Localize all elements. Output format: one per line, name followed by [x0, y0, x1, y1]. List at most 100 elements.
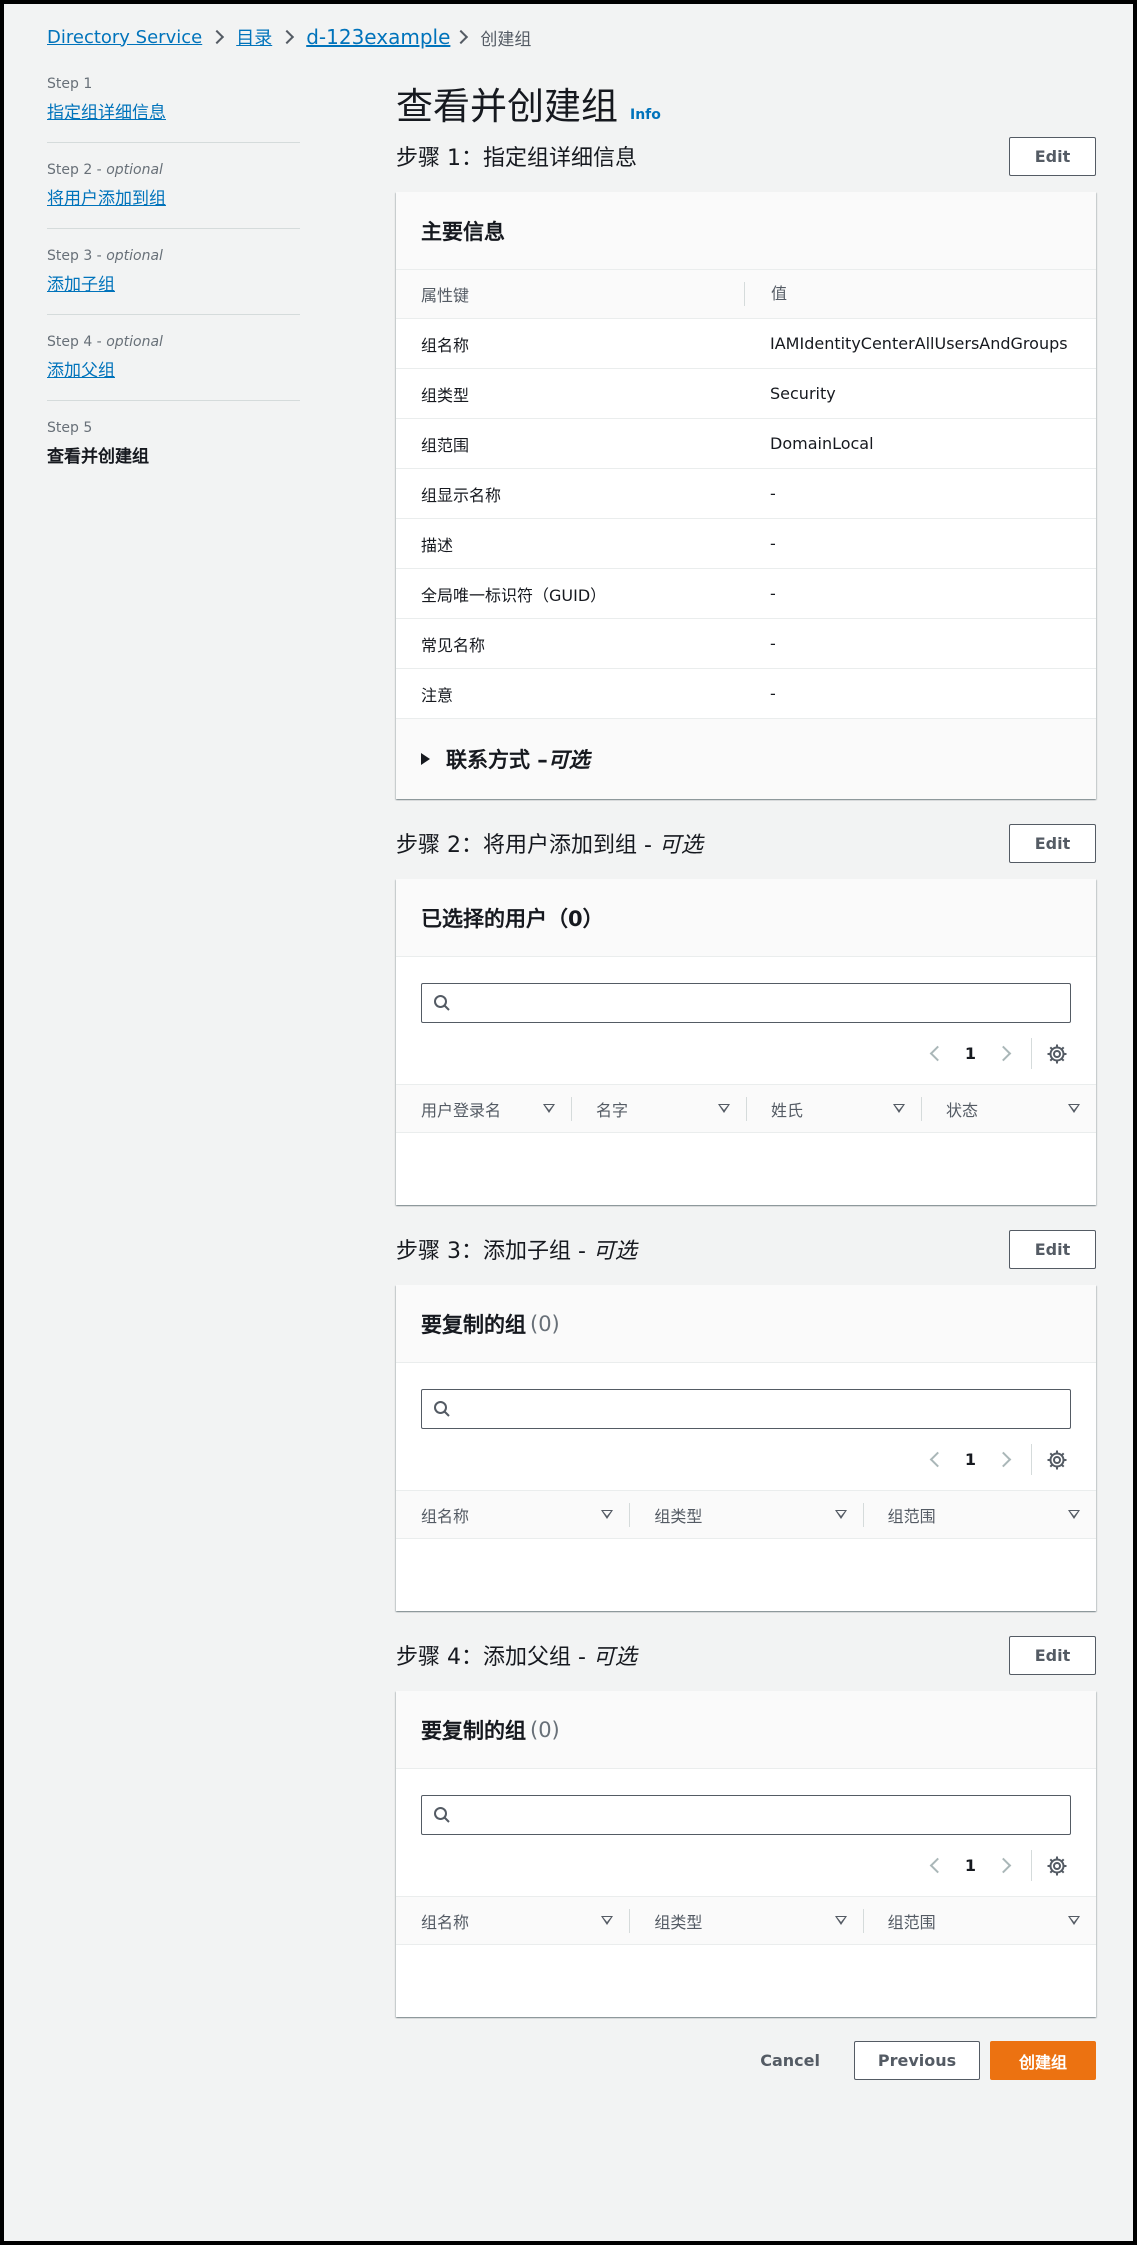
row-key: 描述: [421, 535, 454, 555]
chevron-left-icon[interactable]: [929, 1857, 946, 1874]
search-field[interactable]: [459, 993, 1070, 1013]
page-frame: Directory Service 目录 d-123example 创建组 St…: [4, 4, 1133, 2241]
column-header[interactable]: 组范围: [862, 1908, 1096, 1933]
row-value: -: [770, 633, 776, 653]
selected-users-card: 已选择的用户（0） 1 用户登录名 名字 姓氏 状态: [396, 879, 1096, 1205]
divider: [1031, 1038, 1032, 1069]
chevron-right-icon[interactable]: [995, 1451, 1012, 1468]
row-value: -: [770, 483, 776, 503]
table-row: 描述 -: [396, 519, 1096, 569]
card-title: 要复制的组 (0): [396, 1691, 1096, 1769]
edit-step-2-button[interactable]: Edit: [1009, 823, 1096, 863]
search-input[interactable]: [421, 983, 1071, 1023]
column-header[interactable]: 状态: [921, 1096, 1096, 1121]
row-key: 组范围: [421, 435, 470, 455]
breadcrumb: Directory Service 目录 d-123example 创建组: [47, 24, 531, 50]
step-link-details[interactable]: 指定组详细信息: [47, 103, 166, 123]
search-input[interactable]: [421, 1795, 1071, 1835]
column-header[interactable]: 姓氏: [746, 1096, 921, 1121]
column-header[interactable]: 组类型: [629, 1502, 862, 1527]
step-number: Step 1: [47, 76, 93, 92]
step-current-review: 查看并创建组: [47, 447, 149, 467]
chevron-left-icon[interactable]: [929, 1045, 946, 1062]
page-title: 查看并创建组 Info: [396, 76, 1096, 130]
section-3-heading: 步骤 3：添加子组 - 可选: [396, 1239, 637, 1264]
column-header[interactable]: 名字: [571, 1096, 746, 1121]
count-badge: (0): [530, 1717, 560, 1742]
search-field[interactable]: [459, 1805, 1070, 1825]
step-link-add-users[interactable]: 将用户添加到组: [47, 189, 166, 209]
sort-icon: [1068, 1104, 1080, 1113]
gear-icon[interactable]: [1046, 1043, 1068, 1065]
column-header[interactable]: 组类型: [629, 1908, 862, 1933]
column-header[interactable]: 用户登录名: [396, 1097, 571, 1121]
step-link-add-parent-groups[interactable]: 添加父组: [47, 361, 115, 381]
page-number[interactable]: 1: [965, 1044, 976, 1063]
step-number: Step 5: [47, 420, 93, 436]
step-number: Step 2 - optional: [47, 162, 163, 178]
previous-button[interactable]: Previous: [854, 2041, 980, 2080]
search-icon: [434, 1401, 450, 1417]
breadcrumb-directory-id[interactable]: d-123example: [306, 25, 450, 49]
search-field[interactable]: [459, 1399, 1070, 1419]
search-wrapper: [396, 1769, 1096, 1835]
card-title: 已选择的用户（0）: [396, 879, 1096, 957]
row-value: IAMIdentityCenterAllUsersAndGroups: [770, 333, 1068, 353]
sort-icon: [893, 1104, 905, 1113]
expander-label: 联系方式 –: [446, 748, 548, 772]
create-group-button[interactable]: 创建组: [990, 2041, 1096, 2080]
edit-step-4-button[interactable]: Edit: [1009, 1635, 1096, 1675]
sort-icon: [601, 1510, 614, 1519]
row-value: Security: [770, 383, 836, 403]
gear-icon[interactable]: [1046, 1855, 1068, 1877]
row-key: 注意: [421, 685, 454, 705]
row-value: -: [770, 533, 776, 553]
table-row: 组显示名称 -: [396, 469, 1096, 519]
row-key: 常见名称: [421, 635, 486, 655]
expander-optional: 可选: [547, 748, 590, 772]
table-header: 用户登录名 名字 姓氏 状态: [396, 1084, 1096, 1133]
table-header: 组名称 组类型 组范围: [396, 1896, 1096, 1945]
column-header[interactable]: 组名称: [396, 1503, 629, 1527]
child-groups-card: 要复制的组 (0) 1 组名称 组类型 组范围: [396, 1285, 1096, 1611]
section-4-header: 步骤 4：添加父组 - 可选 Edit: [396, 1635, 1096, 1675]
step-link-add-child-groups[interactable]: 添加子组: [47, 275, 115, 295]
column-header[interactable]: 组名称: [396, 1909, 629, 1933]
table-header: 组名称 组类型 组范围: [396, 1490, 1096, 1539]
sort-icon: [543, 1104, 555, 1113]
section-1-header: 步骤 1：指定组详细信息 Edit: [396, 136, 1096, 176]
breadcrumb-directory-service[interactable]: Directory Service: [47, 27, 202, 48]
main-content: 查看并创建组 Info 步骤 1：指定组详细信息 Edit 主要信息 属性键 值…: [396, 76, 1096, 2080]
contact-info-expander[interactable]: 联系方式 – 可选: [396, 719, 1096, 799]
search-wrapper: [396, 957, 1096, 1023]
breadcrumb-directories[interactable]: 目录: [236, 24, 272, 50]
chevron-left-icon[interactable]: [929, 1451, 946, 1468]
card-title: 要复制的组 (0): [396, 1285, 1096, 1363]
edit-step-1-button[interactable]: Edit: [1009, 136, 1096, 176]
row-value: DomainLocal: [770, 433, 874, 453]
chevron-right-icon[interactable]: [995, 1045, 1012, 1062]
search-input[interactable]: [421, 1389, 1071, 1429]
chevron-right-icon: [280, 29, 295, 45]
sort-icon: [1067, 1916, 1080, 1925]
row-key: 组显示名称: [421, 485, 502, 505]
edit-step-3-button[interactable]: Edit: [1009, 1229, 1096, 1269]
wizard-steps: Step 1 指定组详细信息 Step 2 - optional 将用户添加到组…: [47, 76, 300, 505]
chevron-right-icon[interactable]: [995, 1857, 1012, 1874]
breadcrumb-current: 创建组: [480, 29, 532, 50]
column-header[interactable]: 组范围: [862, 1502, 1096, 1527]
gear-icon[interactable]: [1046, 1449, 1068, 1471]
search-wrapper: [396, 1363, 1096, 1429]
search-icon: [434, 1807, 450, 1823]
info-link[interactable]: Info: [630, 107, 661, 123]
sort-icon: [834, 1510, 847, 1519]
page-number[interactable]: 1: [965, 1856, 976, 1875]
chevron-right-icon: [210, 29, 225, 45]
page-number[interactable]: 1: [965, 1450, 976, 1469]
cancel-button[interactable]: Cancel: [740, 2041, 840, 2080]
table-row: 组名称 IAMIdentityCenterAllUsersAndGroups: [396, 319, 1096, 369]
table-row: 常见名称 -: [396, 619, 1096, 669]
section-3-header: 步骤 3：添加子组 - 可选 Edit: [396, 1229, 1096, 1269]
row-value: -: [770, 683, 776, 703]
section-2-header: 步骤 2：将用户添加到组 - 可选 Edit: [396, 823, 1096, 863]
